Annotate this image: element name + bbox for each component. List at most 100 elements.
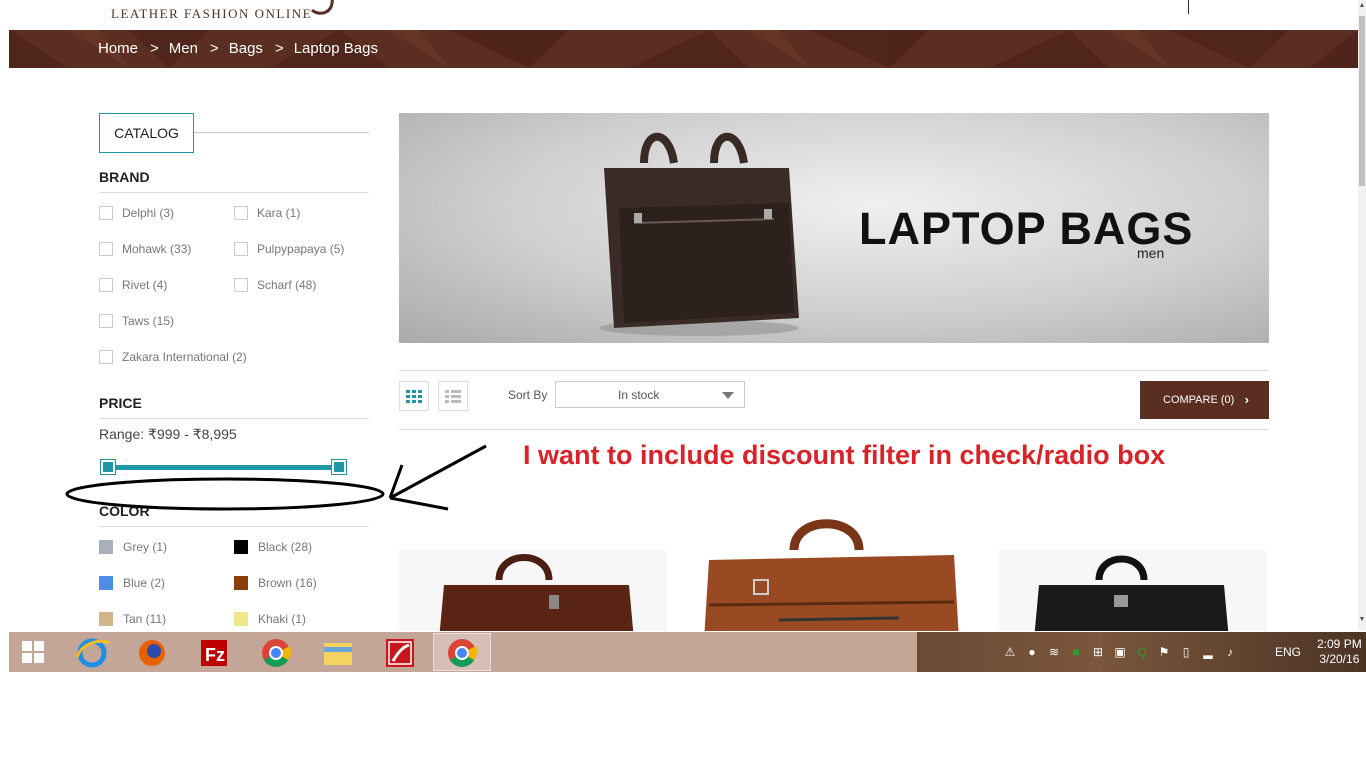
list-view-button[interactable] — [438, 381, 468, 411]
checkbox-icon[interactable] — [234, 206, 248, 220]
browser-page: LEATHER FASHION ONLINE ▲ ▼ Home > Men > … — [0, 0, 1366, 768]
brand-label: Kara (1) — [257, 206, 301, 220]
checkbox-icon[interactable] — [234, 242, 248, 256]
language-indicator[interactable]: ENG — [1275, 645, 1301, 659]
quick-heal-tray-icon[interactable]: Q — [1134, 644, 1150, 660]
color-swatch-icon[interactable] — [99, 612, 113, 626]
update-tray-icon[interactable]: ● — [1024, 644, 1040, 660]
brand-label: Pulpypapaya (5) — [257, 242, 345, 256]
taskbar-firefox[interactable] — [123, 633, 181, 671]
color-swatch-icon[interactable] — [99, 576, 113, 590]
catalog-tab[interactable]: CATALOG — [99, 113, 194, 153]
checkbox-icon[interactable] — [99, 242, 113, 256]
laptop-bag-image — [599, 132, 799, 336]
taskbar-chrome-active[interactable] — [433, 633, 491, 671]
brand-label: Rivet (4) — [122, 278, 168, 292]
grid-view-icon — [406, 390, 422, 403]
battery-tray-icon[interactable]: ▯ — [1178, 644, 1194, 660]
network-tray-icon[interactable]: ≋ — [1046, 644, 1062, 660]
taskbar-flash-app[interactable] — [371, 633, 429, 671]
tray-icons: ⚠ ● ≋ ■ ⊞ ▣ Q ⚑ ▯ ▂ ♪ — [1002, 644, 1238, 660]
brand-checkbox-kara[interactable]: Kara (1) — [234, 206, 300, 220]
breadcrumb-separator: > — [274, 40, 284, 57]
brand-label: Taws (15) — [122, 314, 175, 328]
site-logo[interactable]: LEATHER FASHION ONLINE — [111, 6, 312, 22]
color-swatch-option[interactable]: Brown (16) — [234, 576, 317, 590]
firefox-icon — [139, 640, 165, 666]
flash-app-icon — [386, 639, 414, 667]
price-filter-title: PRICE — [99, 395, 142, 411]
color-label: Tan (11) — [123, 612, 167, 626]
compare-label: COMPARE (0) — [1163, 394, 1235, 406]
warning-tray-icon[interactable]: ⚠ — [1002, 644, 1018, 660]
scrollbar-thumb[interactable] — [1359, 16, 1365, 186]
color-swatch-icon[interactable] — [234, 540, 248, 554]
checkbox-icon[interactable] — [99, 350, 113, 364]
product-card[interactable] — [699, 500, 967, 631]
brand-divider — [99, 192, 369, 193]
product-image-brown-bag — [399, 550, 667, 631]
checkbox-icon[interactable] — [99, 278, 113, 292]
color-swatch-icon[interactable] — [99, 540, 113, 554]
app-tray-icon[interactable]: ■ — [1068, 644, 1084, 660]
logo-swirl-icon — [310, 0, 334, 15]
chrome-icon — [262, 639, 292, 667]
taskbar-chrome[interactable] — [247, 633, 305, 671]
flag-tray-icon[interactable]: ⚑ — [1156, 644, 1172, 660]
start-button[interactable] — [9, 632, 57, 672]
color-label: Blue (2) — [123, 576, 166, 590]
brand-checkbox-mohawk[interactable]: Mohawk (33) — [99, 242, 191, 256]
checkbox-icon[interactable] — [99, 314, 113, 328]
checkbox-icon[interactable] — [99, 206, 113, 220]
color-swatch-icon[interactable] — [234, 612, 248, 626]
page-scrollbar[interactable]: ▲ ▼ — [1358, 0, 1366, 630]
taskbar-file-explorer[interactable] — [309, 633, 367, 671]
camera-tray-icon[interactable]: ▣ — [1112, 644, 1128, 660]
scroll-down-arrow-icon[interactable]: ▼ — [1358, 616, 1366, 623]
breadcrumb-men[interactable]: Men — [169, 40, 198, 57]
taskbar-filezilla[interactable]: Fz — [185, 633, 243, 671]
color-label: Khaki (1) — [258, 612, 307, 626]
checkbox-icon[interactable] — [234, 278, 248, 292]
brand-checkbox-delphi[interactable]: Delphi (3) — [99, 206, 174, 220]
scroll-up-arrow-icon[interactable]: ▲ — [1358, 2, 1366, 9]
brand-filter-title: BRAND — [99, 169, 150, 185]
color-label: Brown (16) — [258, 576, 317, 590]
banner-subtitle: men — [1137, 245, 1165, 261]
chevron-down-icon — [722, 392, 734, 399]
breadcrumb-home[interactable]: Home — [98, 40, 138, 57]
system-tray: ⚠ ● ≋ ■ ⊞ ▣ Q ⚑ ▯ ▂ ♪ ENG 2:09 PM 3/20/1… — [917, 632, 1366, 672]
signal-tray-icon[interactable]: ▂ — [1200, 644, 1216, 660]
product-card[interactable] — [999, 500, 1267, 631]
grid-view-button[interactable] — [399, 381, 429, 411]
compare-button[interactable]: COMPARE (0) › — [1140, 381, 1269, 419]
color-swatch-option[interactable]: Blue (2) — [99, 576, 165, 590]
color-swatch-option[interactable]: Khaki (1) — [234, 612, 306, 626]
sort-selected-value: In stock — [618, 388, 660, 402]
volume-tray-icon[interactable]: ♪ — [1222, 644, 1238, 660]
windows-taskbar: Fz ⚠ ● ≋ ■ ⊞ ▣ Q ⚑ ▯ ▂ ♪ ENG 2:09 PM 3/2… — [9, 632, 1366, 672]
color-swatch-icon[interactable] — [234, 576, 248, 590]
brand-checkbox-scharf[interactable]: Scharf (48) — [234, 278, 316, 292]
clock[interactable]: 2:09 PM 3/20/16 — [1317, 637, 1362, 667]
chevron-right-icon: › — [1244, 392, 1249, 407]
product-card[interactable] — [399, 500, 667, 631]
category-banner: LAPTOP BAGS men — [399, 113, 1269, 343]
brand-checkbox-taws[interactable]: Taws (15) — [99, 314, 174, 328]
brand-checkbox-pulpypapaya[interactable]: Pulpypapaya (5) — [234, 242, 344, 256]
brand-checkbox-rivet[interactable]: Rivet (4) — [99, 278, 167, 292]
toolbar-top-divider — [399, 370, 1269, 371]
color-swatch-option[interactable]: Grey (1) — [99, 540, 167, 554]
taskbar-internet-explorer[interactable] — [63, 633, 121, 671]
windows-tray-icon[interactable]: ⊞ — [1090, 644, 1106, 660]
breadcrumb-bags[interactable]: Bags — [229, 40, 263, 57]
color-swatch-option[interactable]: Black (28) — [234, 540, 312, 554]
color-swatch-option[interactable]: Tan (11) — [99, 612, 166, 626]
product-image-black-bag — [999, 550, 1267, 631]
price-divider — [99, 418, 369, 419]
brand-checkbox-zakara[interactable]: Zakara International (2) — [99, 350, 247, 364]
catalog-divider — [194, 132, 369, 133]
brand-label: Zakara International (2) — [122, 350, 247, 364]
sort-by-select[interactable]: In stock — [555, 381, 745, 408]
header-divider — [1188, 0, 1189, 14]
